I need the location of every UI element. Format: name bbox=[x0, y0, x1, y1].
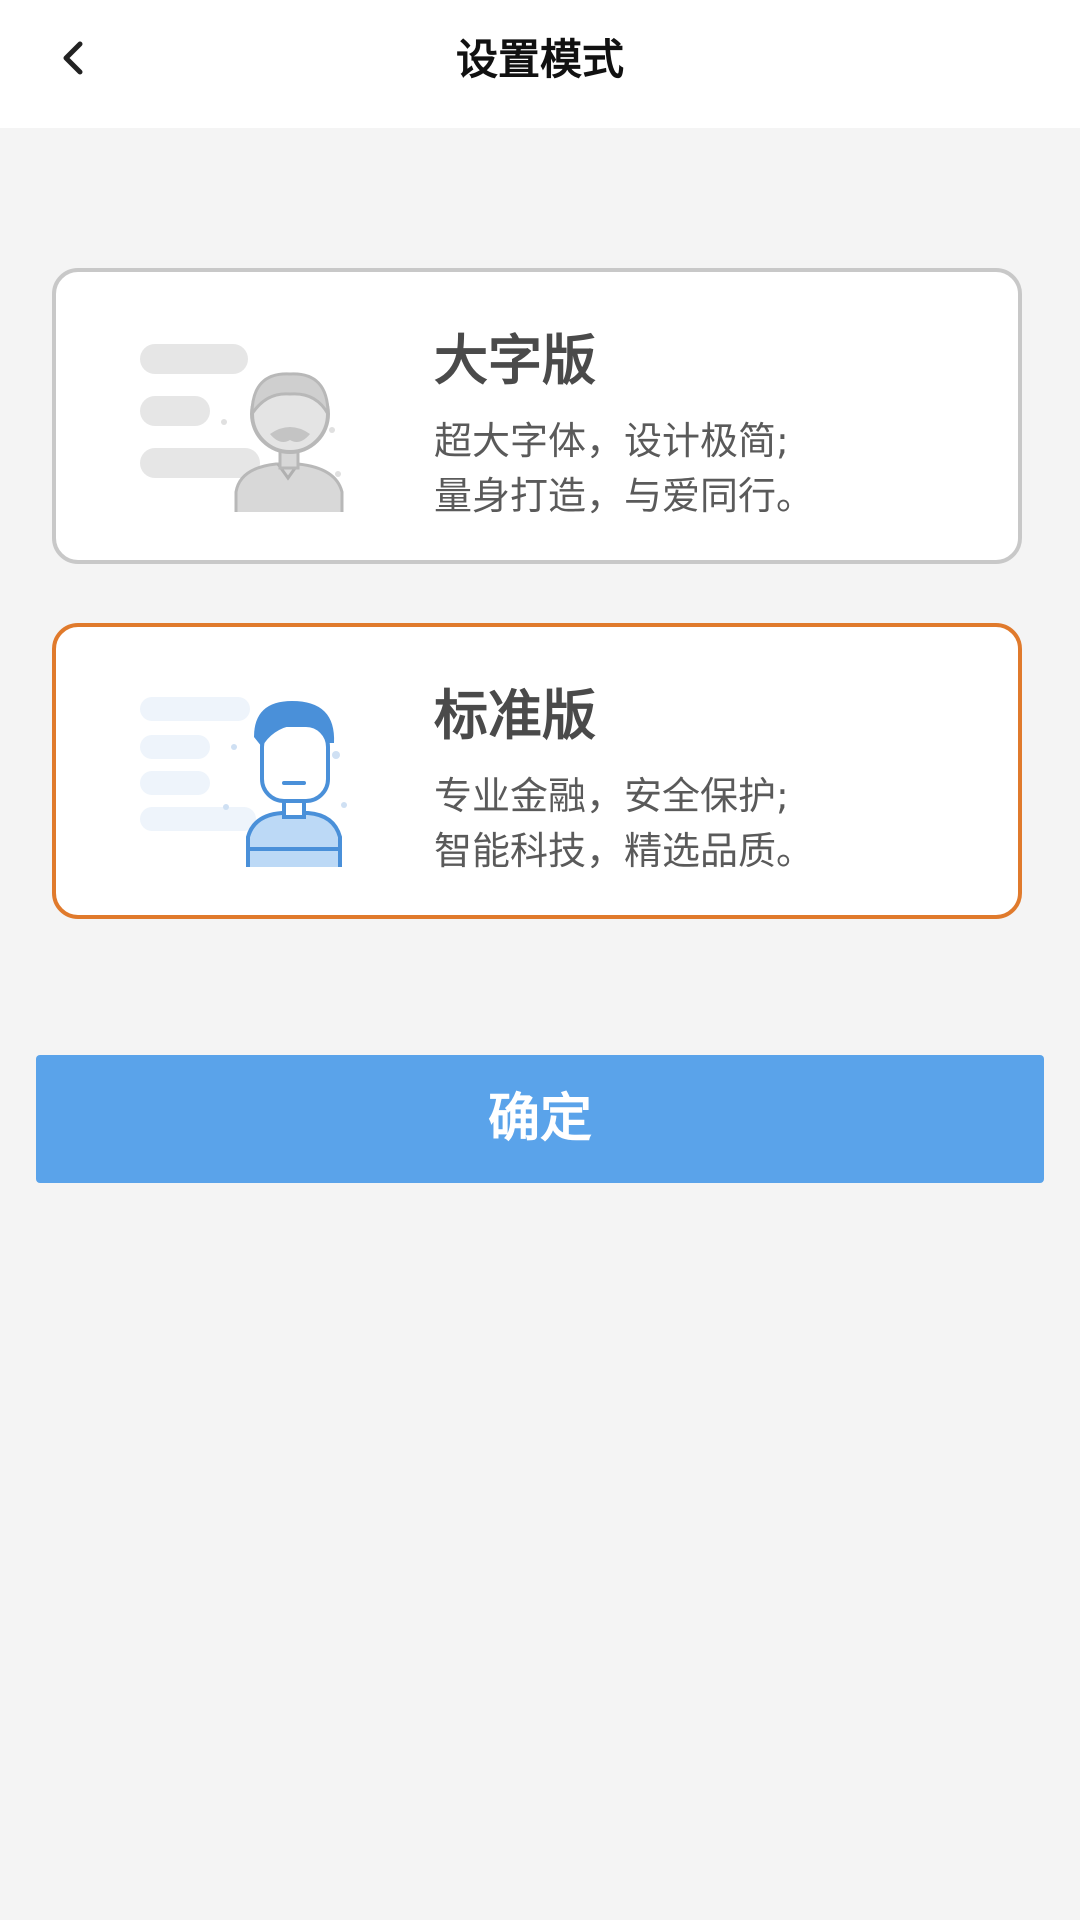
mode-desc-line2: 量身打造，与爱同行。 bbox=[434, 474, 815, 518]
mode-title: 标准版 bbox=[434, 684, 596, 747]
mode-desc-line2: 智能科技，精选品质。 bbox=[434, 829, 815, 873]
young-person-icon bbox=[140, 697, 347, 867]
confirm-button[interactable]: 确定 bbox=[36, 1055, 1044, 1183]
mode-title: 大字版 bbox=[434, 329, 596, 392]
header-bar: 设置模式 bbox=[0, 0, 1080, 128]
mode-card-large-font[interactable]: 大字版 超大字体，设计极简; 量身打造，与爱同行。 bbox=[52, 268, 1022, 564]
mode-desc-line1: 超大字体，设计极简; bbox=[434, 419, 789, 463]
mode-card-standard[interactable]: 标准版 专业金融，安全保护; 智能科技，精选品质。 bbox=[52, 623, 1022, 919]
page-title: 设置模式 bbox=[455, 35, 624, 84]
elderly-person-icon bbox=[140, 344, 344, 512]
mode-desc-line1: 专业金融，安全保护; bbox=[434, 774, 789, 818]
